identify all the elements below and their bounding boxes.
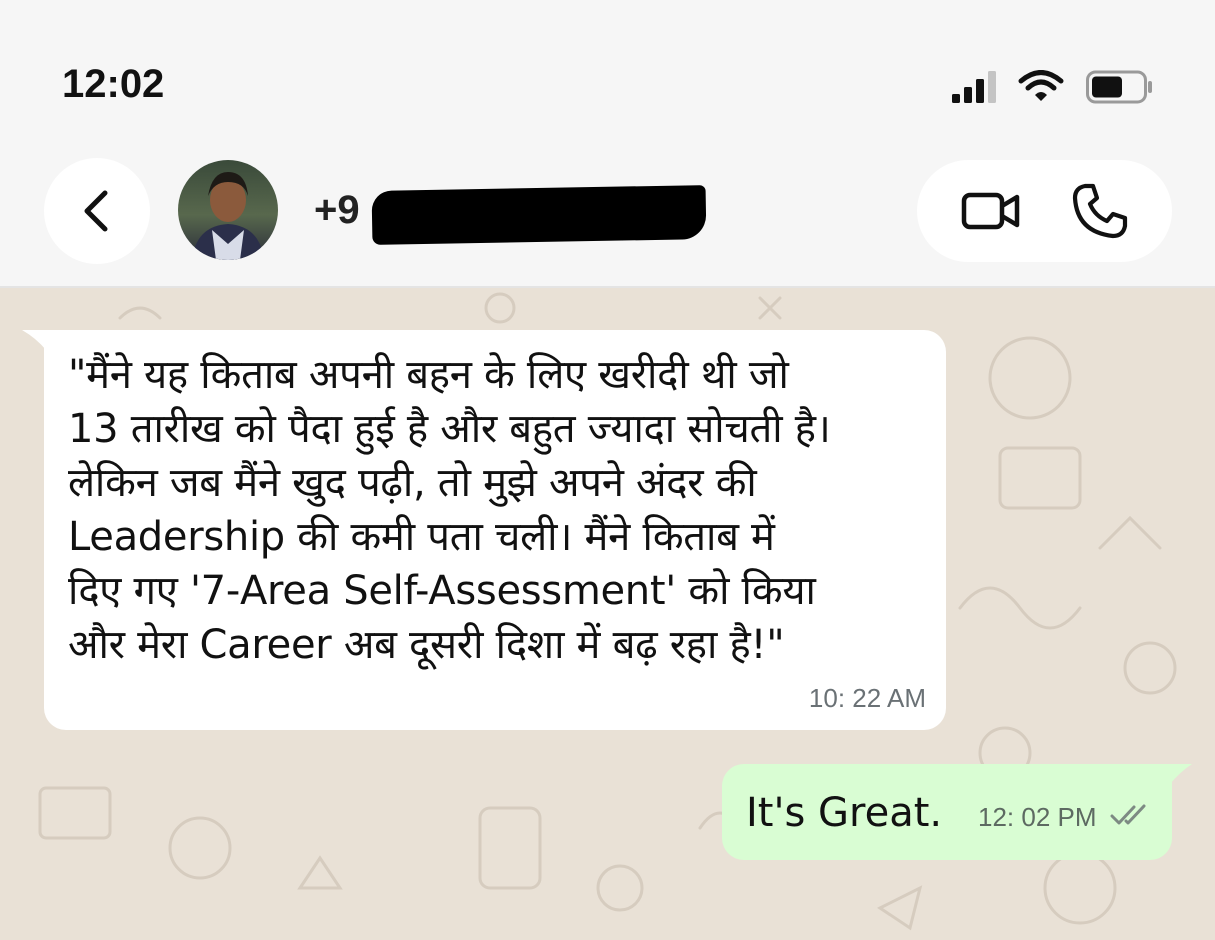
redaction-mark <box>371 185 707 245</box>
back-button[interactable] <box>44 158 150 264</box>
incoming-bubble-tail <box>22 330 46 350</box>
incoming-message-text: "मैंने यह किताब अपनी बहन के लिए खरीदी थी… <box>68 352 831 668</box>
avatar-image <box>192 172 264 260</box>
voice-call-button[interactable] <box>1071 182 1129 240</box>
incoming-message[interactable]: "मैंने यह किताब अपनी बहन के लिए खरीदी थी… <box>44 330 946 730</box>
chat-area[interactable]: "मैंने यह किताब अपनी बहन के लिए खरीदी थी… <box>0 288 1215 940</box>
call-actions <box>917 160 1172 262</box>
status-time: 12:02 <box>62 62 165 106</box>
video-call-button[interactable] <box>961 186 1021 236</box>
chat-header: +9 <box>0 140 1215 288</box>
battery-icon <box>1086 70 1152 104</box>
phone-icon <box>1072 183 1128 239</box>
read-ticks-icon <box>1110 804 1146 825</box>
outgoing-message-time: 12: 02 PM <box>978 802 1097 832</box>
incoming-message-time: 10: 22 AM <box>808 683 926 713</box>
video-call-icon <box>961 192 1020 230</box>
contact-name[interactable]: +9 <box>314 188 360 233</box>
outgoing-bubble-tail <box>1170 764 1192 784</box>
back-icon <box>84 190 108 232</box>
wifi-icon <box>1018 70 1064 101</box>
outgoing-message[interactable]: It's Great. 12: 02 PM <box>722 764 1172 860</box>
signal-icon <box>952 71 996 103</box>
outgoing-message-text: It's Great. <box>746 790 943 836</box>
status-bar: 12:02 <box>0 0 1215 140</box>
avatar[interactable] <box>178 160 278 260</box>
